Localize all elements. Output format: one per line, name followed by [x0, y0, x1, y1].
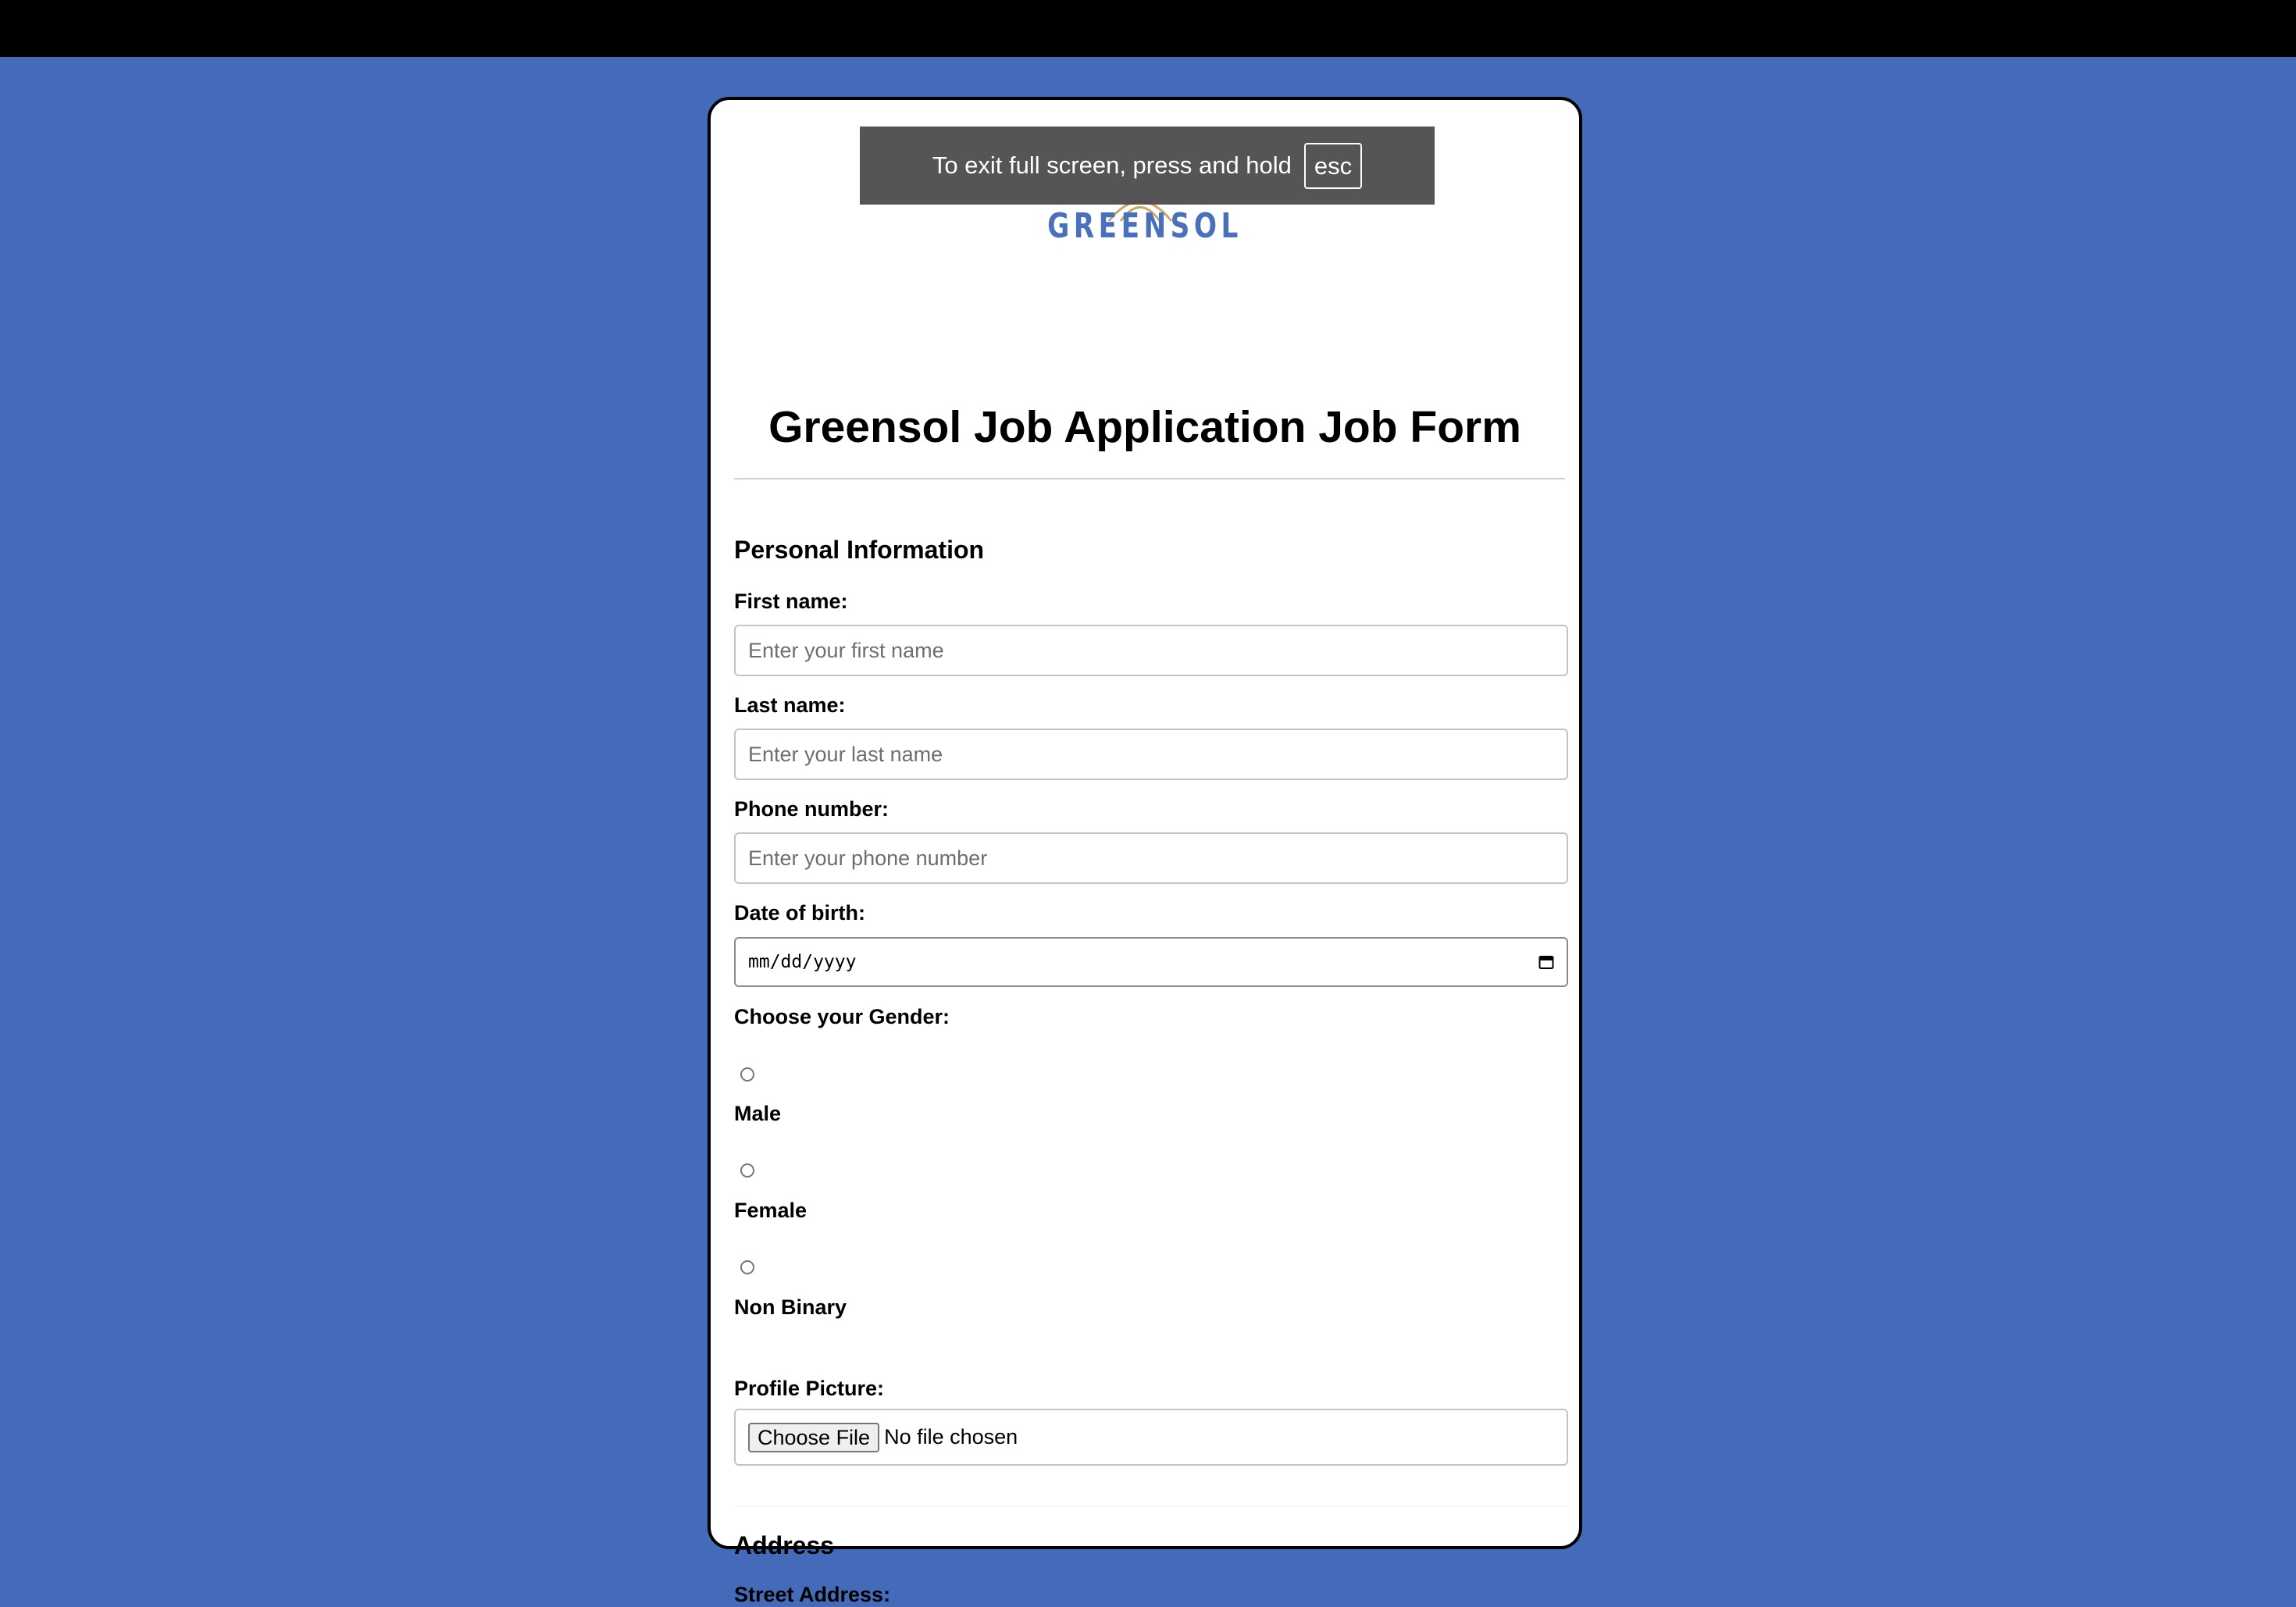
last-name-label: Last name:: [734, 693, 846, 717]
title-divider: [734, 478, 1565, 479]
gender-non-binary-radio[interactable]: [740, 1260, 754, 1274]
date-of-birth-value: mm/dd/yyyy: [748, 952, 857, 972]
file-status: No file chosen: [884, 1425, 1018, 1448]
gender-male-label: Male: [734, 1102, 782, 1125]
section-divider: [734, 1505, 1568, 1506]
esc-key-badge: esc: [1303, 142, 1363, 189]
phone-number-input[interactable]: [734, 832, 1568, 884]
fullscreen-toast-message: To exit full screen, press and hold: [932, 151, 1292, 179]
calendar-icon[interactable]: [1538, 954, 1554, 970]
page-title: Greensol Job Application Job Form: [768, 402, 1521, 452]
personal-information-heading: Personal Information: [734, 536, 985, 564]
job-form-card: GREENSOL Greensol Job Application Job Fo…: [708, 97, 1582, 1606]
street-address-label: Street Address:: [734, 1583, 891, 1606]
first-name-input[interactable]: [734, 625, 1568, 676]
date-of-birth-label: Date of birth:: [734, 901, 865, 925]
browser-top-bar: [0, 0, 2296, 57]
profile-picture-label: Profile Picture:: [734, 1377, 885, 1400]
fullscreen-exit-toast: To exit full screen, press and hold esc: [860, 126, 1435, 205]
profile-picture-input[interactable]: Choose File No file chosen: [734, 1409, 1568, 1466]
phone-number-label: Phone number:: [734, 797, 890, 821]
gender-female-label: Female: [734, 1199, 808, 1222]
address-heading: Address: [734, 1531, 835, 1559]
last-name-input[interactable]: [734, 729, 1568, 780]
gender-male-radio[interactable]: [740, 1067, 754, 1081]
gender-non-binary-label: Non Binary: [734, 1295, 847, 1319]
first-name-label: First name:: [734, 590, 848, 613]
date-of-birth-input[interactable]: mm/dd/yyyy: [734, 937, 1568, 987]
choose-file-button[interactable]: Choose File: [748, 1422, 880, 1452]
gender-female-radio[interactable]: [740, 1163, 754, 1178]
gender-label: Choose your Gender:: [734, 1005, 950, 1028]
logo-text: GREENSOL: [1047, 206, 1242, 246]
